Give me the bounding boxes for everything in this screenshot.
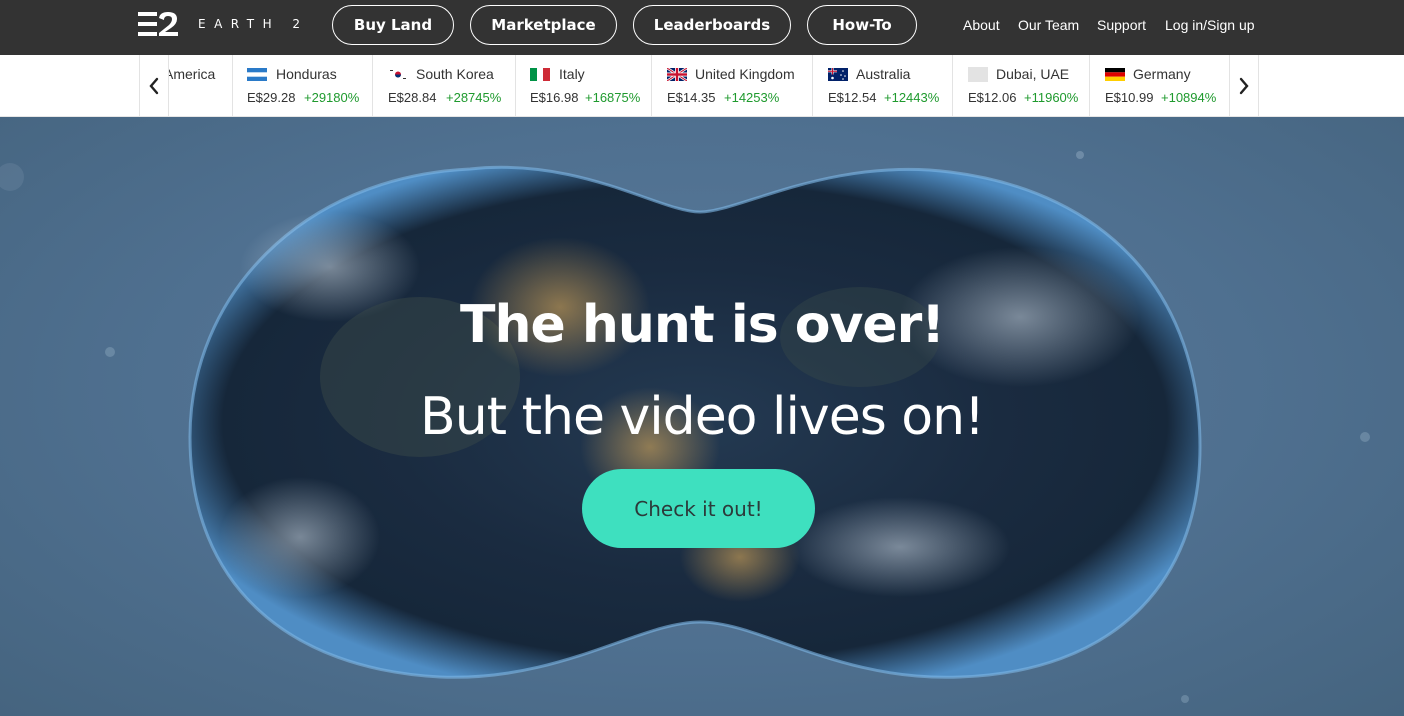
ticker-item-south-korea[interactable]: South Korea E$28.84 +28745% <box>373 55 516 116</box>
nav-support-link[interactable]: Support <box>1097 17 1146 33</box>
hero-title: The hunt is over! <box>459 295 945 355</box>
ticker-item-america[interactable]: America <box>169 55 233 116</box>
cloud-mass <box>790 497 1010 597</box>
cloud-mass <box>220 477 380 597</box>
ticker-item-dubai-uae[interactable]: Dubai, UAE E$12.06 +11960% <box>953 55 1090 116</box>
ticker-country-name: Honduras <box>276 66 337 82</box>
honduras-flag-icon <box>247 68 267 81</box>
ticker-country-name: South Korea <box>416 66 494 82</box>
ticker-change: +10894% <box>1161 90 1217 105</box>
ticker-item-australia[interactable]: Australia E$12.54 +12443% <box>813 55 953 116</box>
ticker-country-name: Germany <box>1133 66 1191 82</box>
ticker-price: E$16.98 <box>530 90 579 105</box>
ticker-price: E$14.35 <box>667 90 716 105</box>
hero-section: The hunt is over! But the video lives on… <box>0 117 1404 716</box>
logo-wordmark: EARTH 2 <box>198 17 309 31</box>
bokeh-dot <box>1181 695 1189 703</box>
bokeh-dot <box>1076 151 1084 159</box>
chevron-right-icon <box>1239 77 1249 94</box>
ticker-change: +14253% <box>724 90 780 105</box>
australia-flag-icon <box>828 68 848 81</box>
italy-flag-icon <box>530 68 550 81</box>
earth2-logo-icon <box>138 12 178 36</box>
nav-our-team-link[interactable]: Our Team <box>1018 17 1079 33</box>
ticker-item-honduras[interactable]: Honduras E$29.28 +29180% <box>233 55 373 116</box>
united-kingdom-flag-icon <box>667 68 687 81</box>
nav-about-link[interactable]: About <box>963 17 1000 33</box>
earth2-logo[interactable]: EARTH 2 <box>138 11 309 37</box>
ticker-country-name: United Kingdom <box>695 66 795 82</box>
ticker-prev-button[interactable] <box>139 55 169 116</box>
ticker-item-united-kingdom[interactable]: United Kingdom E$14.35 +14253% <box>652 55 813 116</box>
ticker-price: E$12.06 <box>968 90 1017 105</box>
bokeh-dot <box>0 163 24 191</box>
hero-subtitle: But the video lives on! <box>420 387 985 447</box>
ticker-country-name: Dubai, UAE <box>996 66 1070 82</box>
ticker-change: +29180% <box>304 90 360 105</box>
ticker-change: +16875% <box>585 90 641 105</box>
chevron-left-icon <box>149 77 159 94</box>
country-price-ticker: America Honduras E$29.28 +29180% South K… <box>0 55 1404 117</box>
ticker-change: +11960% <box>1024 90 1079 105</box>
nav-marketplace-button[interactable]: Marketplace <box>470 5 617 45</box>
nav-buy-land-button[interactable]: Buy Land <box>332 5 454 45</box>
ticker-change: +12443% <box>884 90 940 105</box>
ticker-country-name: Italy <box>559 66 585 82</box>
nav-how-to-button[interactable]: How-To <box>807 5 917 45</box>
ticker-price: E$29.28 <box>247 90 296 105</box>
ticker-next-button[interactable] <box>1229 55 1259 116</box>
top-navigation-bar: EARTH 2 Buy Land Marketplace Leaderboard… <box>0 0 1404 55</box>
ticker-change: +28745% <box>446 90 502 105</box>
south-korea-flag-icon <box>388 68 408 81</box>
ticker-price: E$28.84 <box>388 90 437 105</box>
ticker-country-name: Australia <box>856 66 911 82</box>
ticker-item-germany[interactable]: Germany E$10.99 +10894% <box>1090 55 1230 116</box>
dubai-flag-placeholder-icon <box>968 67 988 82</box>
germany-flag-icon <box>1105 68 1125 81</box>
ticker-price: E$12.54 <box>828 90 877 105</box>
nav-login-signup-link[interactable]: Log in/Sign up <box>1165 17 1255 33</box>
check-it-out-button[interactable]: Check it out! <box>582 469 815 548</box>
ticker-item-italy[interactable]: Italy E$16.98 +16875% <box>516 55 652 116</box>
ticker-country-name: America <box>169 66 216 82</box>
ticker-price: E$10.99 <box>1105 90 1154 105</box>
nav-leaderboards-button[interactable]: Leaderboards <box>633 5 791 45</box>
